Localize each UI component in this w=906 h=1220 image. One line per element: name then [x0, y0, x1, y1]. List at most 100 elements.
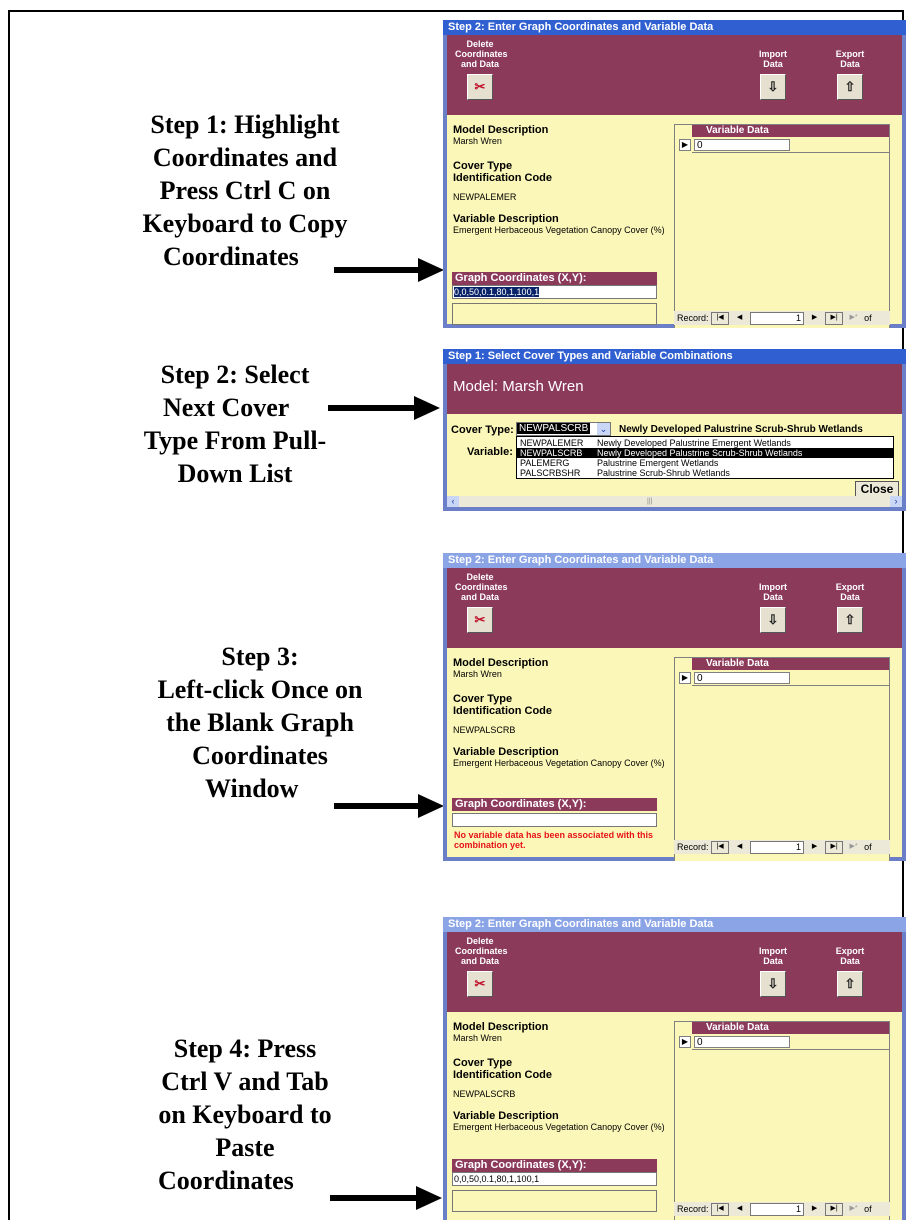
label-line: Identification Code — [453, 1069, 552, 1081]
label-line: Cover Type — [453, 160, 513, 172]
step-2-line: Step 2: Select — [160, 360, 310, 389]
import-data-button[interactable]: Import Data ⇩ — [753, 582, 793, 633]
variable-data-subform: Variable Data ▶ 0 — [674, 657, 890, 861]
export-data-button[interactable]: Export Data ⇧ — [830, 49, 870, 100]
step-1-arrow — [334, 258, 444, 282]
variable-description-value: Emergent Herbaceous Vegetation Canopy Co… — [453, 758, 665, 768]
delete-coordinates-button[interactable]: Delete Coordinates and Data ✂ — [455, 572, 508, 633]
variable-data-field[interactable]: 0 — [694, 672, 790, 684]
step-1-line: Coordinates and — [152, 143, 338, 172]
button-label: Data — [763, 59, 783, 69]
next-record-icon[interactable]: ▶ — [806, 1204, 823, 1216]
delete-icon: ✂ — [467, 74, 493, 100]
dropdown-option[interactable]: PALEMERG Palustrine Emergent Wetlands — [517, 458, 893, 468]
chevron-down-icon[interactable]: ⌄ — [597, 423, 610, 435]
import-data-button[interactable]: Import Data ⇩ — [753, 49, 793, 100]
step-4-instructions: Step 4: Press Ctrl V and Tab on Keyboard… — [110, 1032, 380, 1197]
record-label: Record: — [677, 1204, 709, 1214]
close-button[interactable]: Close — [855, 481, 899, 497]
import-data-button[interactable]: Import Data ⇩ — [753, 946, 793, 997]
button-label: Data — [763, 956, 783, 966]
step-1-line: Press Ctrl C on — [159, 176, 331, 205]
variable-data-header: Variable Data — [692, 1022, 889, 1034]
variable-description-label: Variable Description — [453, 213, 559, 225]
graph-coordinates-input[interactable]: 0,0,50,0.1,80,1,100,1 — [452, 285, 657, 299]
last-record-icon[interactable]: ▶| — [825, 312, 844, 326]
button-label: and Data — [460, 59, 499, 69]
last-record-icon[interactable]: ▶| — [825, 841, 844, 855]
row-divider — [692, 1049, 889, 1050]
variable-data-header: Variable Data — [692, 125, 889, 137]
option-code: NEWPALEMER — [520, 438, 584, 448]
new-record-icon[interactable]: ▶* — [845, 1204, 862, 1216]
toolbar: Delete Coordinates and Data ✂ Import Data ⇩… — [447, 568, 902, 648]
record-number-input[interactable]: 1 — [750, 312, 805, 326]
variable-description-label: Variable Description — [453, 1110, 559, 1122]
variable-data-field[interactable]: 0 — [694, 1036, 790, 1048]
model-heading: Model: Marsh Wren — [453, 378, 584, 395]
variable-data-field[interactable]: 0 — [694, 139, 790, 151]
step-3-line: the Blank Graph — [166, 708, 354, 737]
scroll-right-icon[interactable]: › — [890, 496, 902, 507]
cover-type-label: Cover Type Identification Code — [453, 693, 552, 717]
first-record-icon[interactable]: |◀ — [711, 841, 730, 855]
option-description: Palustrine Emergent Wetlands — [597, 458, 719, 468]
delete-coordinates-button[interactable]: Delete Coordinates and Data ✂ — [455, 936, 508, 997]
step-2-arrow — [328, 396, 443, 420]
last-record-icon[interactable]: ▶| — [825, 1203, 844, 1217]
graph-coordinates-label: Graph Coordinates (X,Y): — [452, 798, 657, 811]
next-record-icon[interactable]: ▶ — [806, 842, 823, 854]
cover-type-select[interactable]: NEWPALSCRB ⌄ — [516, 422, 611, 436]
window-form: Delete Coordinates and Data ✂ Import Data ⇩… — [447, 35, 902, 328]
step-2-instructions: Step 2: Select Next Cover Type From Pull… — [105, 358, 365, 490]
prev-record-icon[interactable]: ◀ — [731, 842, 748, 854]
cover-type-dropdown-list: NEWPALEMER Newly Developed Palustrine Eme… — [516, 436, 894, 479]
graph-coordinates-label: Graph Coordinates (X,Y): — [452, 272, 657, 285]
first-record-icon[interactable]: |◀ — [711, 312, 730, 326]
button-label: and Data — [460, 956, 499, 966]
option-code: PALEMERG — [520, 458, 570, 468]
import-icon: ⇩ — [760, 607, 786, 633]
next-record-icon[interactable]: ▶ — [806, 313, 823, 325]
option-code: NEWPALSCRB — [520, 448, 583, 458]
cover-type-code: NEWPALEMER — [453, 192, 517, 202]
record-of-label: of — [864, 1204, 872, 1214]
label-line: Cover Type — [453, 1057, 513, 1069]
graph-coordinates-input[interactable]: 0,0,50,0.1,80,1,100,1 — [452, 1172, 657, 1186]
dropdown-option[interactable]: PALSCRBSHR Palustrine Scrub-Shrub Wetland… — [517, 468, 893, 478]
record-pointer-icon: ▶ — [679, 672, 691, 684]
step-3-instructions: Step 3: Left-click Once on the Blank Gra… — [120, 640, 400, 805]
new-record-icon[interactable]: ▶* — [845, 842, 862, 854]
delete-icon: ✂ — [467, 607, 493, 633]
first-record-icon[interactable]: |◀ — [711, 1203, 730, 1217]
delete-coordinates-button[interactable]: Delete Coordinates and Data ✂ — [455, 39, 508, 100]
prev-record-icon[interactable]: ◀ — [731, 1204, 748, 1216]
variable-description-label: Variable Description — [453, 746, 559, 758]
graph-coordinates-input[interactable] — [452, 813, 657, 827]
graph-coordinates-label: Graph Coordinates (X,Y): — [452, 1159, 657, 1172]
horizontal-scrollbar[interactable]: ‹ ||| › — [447, 496, 902, 507]
scroll-left-icon[interactable]: ‹ — [447, 496, 459, 507]
dropdown-option[interactable]: NEWPALEMER Newly Developed Palustrine Eme… — [517, 438, 893, 448]
export-data-button[interactable]: Export Data ⇧ — [830, 946, 870, 997]
step-3-line: Step 3: — [221, 642, 299, 671]
model-description-label: Model Description — [453, 1021, 549, 1033]
record-of-label: of — [864, 842, 872, 852]
button-label: Export — [835, 49, 865, 59]
prev-record-icon[interactable]: ◀ — [731, 313, 748, 325]
record-number-input[interactable]: 1 — [750, 841, 805, 855]
delete-icon: ✂ — [467, 971, 493, 997]
dropdown-option-highlighted[interactable]: NEWPALSCRB Newly Developed Palustrine Scr… — [517, 448, 893, 458]
button-label: Coordinates — [455, 49, 508, 59]
option-description: Palustrine Scrub-Shrub Wetlands — [597, 468, 730, 478]
button-label: and Data — [460, 592, 499, 602]
record-number-input[interactable]: 1 — [750, 1203, 805, 1217]
export-icon: ⇧ — [837, 607, 863, 633]
step-2-line: Type From Pull- — [143, 426, 327, 455]
cover-type-label: Cover Type: — [451, 424, 514, 436]
variable-data-subform: Variable Data ▶ 0 — [674, 1021, 890, 1220]
record-pointer-icon: ▶ — [679, 1036, 691, 1048]
new-record-icon[interactable]: ▶* — [845, 313, 862, 325]
model-description-value: Marsh Wren — [453, 1033, 502, 1043]
export-data-button[interactable]: Export Data ⇧ — [830, 582, 870, 633]
